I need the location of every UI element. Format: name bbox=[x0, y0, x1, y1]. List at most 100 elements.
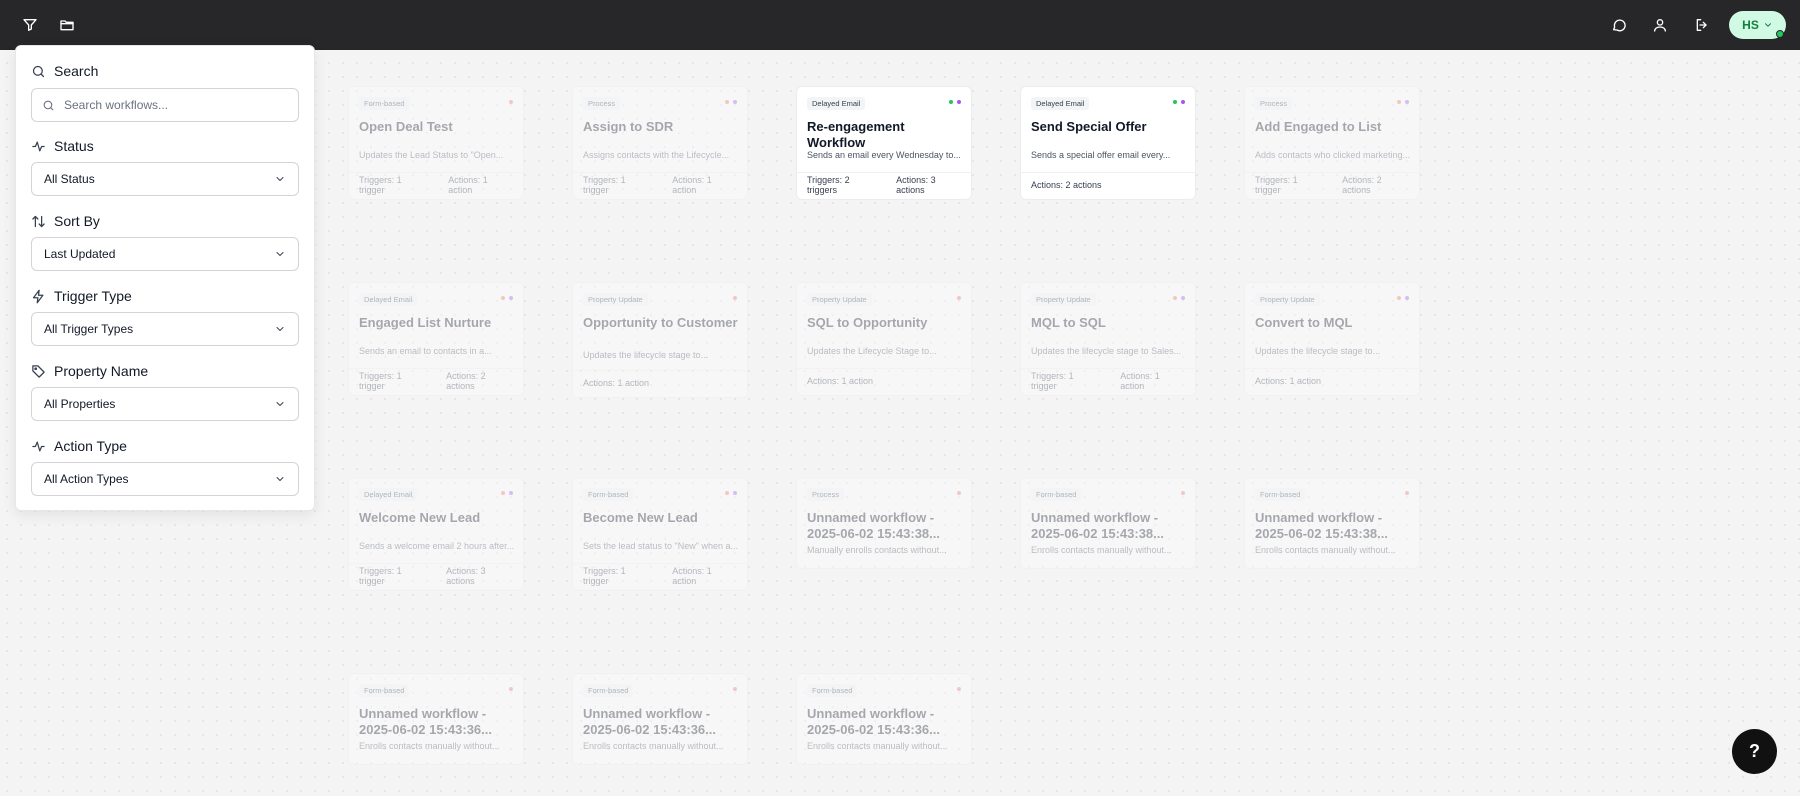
workflow-card[interactable]: Delayed Email Re-engagement Workflow Sends… bbox=[796, 86, 972, 200]
workflow-card[interactable]: Property Update SQL to Opportunity Updates… bbox=[796, 282, 972, 396]
workflow-type-badge: Form-based bbox=[359, 684, 410, 697]
workflow-card[interactable]: Property Update Opportunity to Customer Up… bbox=[572, 282, 748, 398]
workflow-type-badge: Property Update bbox=[1255, 293, 1320, 306]
action-count: Actions: 2 actions bbox=[1342, 174, 1382, 195]
user-avatar-button[interactable]: HS bbox=[1729, 11, 1786, 39]
workflow-type-badge: Property Update bbox=[1031, 293, 1096, 306]
search-field[interactable] bbox=[31, 88, 299, 122]
workflow-type-badge: Delayed Email bbox=[359, 488, 418, 501]
sort-by-select[interactable]: Last Updated bbox=[31, 237, 299, 271]
status-dots bbox=[733, 296, 737, 300]
workflow-card[interactable]: Property Update MQL to SQL Updates the lif… bbox=[1020, 282, 1196, 396]
status-dot bbox=[509, 687, 513, 691]
status-dots bbox=[1181, 491, 1185, 495]
action-count: Actions: 1 action bbox=[583, 377, 650, 388]
status-dot bbox=[1397, 100, 1401, 104]
status-dots bbox=[957, 687, 961, 691]
user-icon[interactable] bbox=[1649, 14, 1671, 36]
workflow-description: Enrolls contacts manually without... bbox=[1255, 545, 1396, 555]
workflow-card[interactable]: Delayed Email Send Special Offer Sends a s… bbox=[1020, 86, 1196, 200]
workflow-card[interactable]: Property Update Convert to MQL Updates the… bbox=[1244, 282, 1420, 396]
search-section-label: Search bbox=[31, 63, 98, 79]
workflow-card[interactable]: Form-based Unnamed workflow - 2025-06-02 … bbox=[796, 673, 972, 765]
workflow-type-badge: Process bbox=[583, 97, 621, 110]
workflow-description: Updates the lifecycle stage to Sales... bbox=[1031, 346, 1182, 356]
status-dot bbox=[1405, 491, 1409, 495]
status-dot bbox=[733, 491, 737, 495]
status-dots bbox=[725, 491, 737, 495]
workflow-type-badge: Process bbox=[1255, 97, 1293, 110]
status-dot bbox=[949, 100, 953, 104]
status-dot bbox=[501, 491, 505, 495]
workflow-description: Updates the lifecycle stage to... bbox=[583, 350, 709, 360]
status-dot bbox=[509, 491, 513, 495]
action-type-select[interactable]: All Action Types bbox=[31, 462, 299, 496]
tag-icon bbox=[32, 364, 45, 378]
workflow-title: MQL to SQL bbox=[1031, 315, 1106, 330]
action-count: Actions: 1 action bbox=[672, 174, 712, 195]
status-dot bbox=[501, 296, 505, 300]
workflow-card[interactable]: Process Assign to SDR Assigns contacts wit… bbox=[572, 86, 748, 200]
zap-icon bbox=[32, 289, 44, 303]
workflow-type-badge: Form-based bbox=[807, 684, 858, 697]
action-count: Actions: 3 actions bbox=[446, 565, 486, 586]
activity-icon bbox=[32, 141, 45, 151]
filter-icon[interactable] bbox=[19, 14, 41, 36]
workflow-type-badge: Delayed Email bbox=[359, 293, 418, 306]
activity-icon bbox=[32, 441, 45, 451]
online-status-dot bbox=[1776, 30, 1784, 38]
workflow-description: Updates the lifecycle stage to... bbox=[1255, 346, 1381, 356]
trigger-count: Triggers: 1 trigger bbox=[1255, 174, 1298, 195]
workflow-card[interactable]: Form-based Open Deal Test Updates the Lead… bbox=[348, 86, 524, 200]
chevron-down-icon bbox=[276, 177, 284, 181]
status-dot bbox=[957, 100, 961, 104]
workflow-title: Send Special Offer bbox=[1031, 119, 1147, 134]
workflow-description: Sends an email to contacts in a... bbox=[359, 346, 492, 356]
workflow-card[interactable]: Process Unnamed workflow - 2025-06-02 15:… bbox=[796, 477, 972, 569]
status-dot bbox=[1397, 296, 1401, 300]
status-dots bbox=[509, 100, 513, 104]
workflow-description: Enrolls contacts manually without... bbox=[583, 741, 724, 751]
action-count: Actions: 1 action bbox=[448, 174, 488, 195]
workflow-stats: Actions: 1 action bbox=[797, 368, 971, 392]
workflow-card[interactable]: Form-based Unnamed workflow - 2025-06-02 … bbox=[1020, 477, 1196, 569]
trigger-count: Triggers: 1 trigger bbox=[359, 174, 402, 195]
trigger-count: Triggers: 2 triggers bbox=[807, 174, 850, 195]
status-dot bbox=[1173, 100, 1177, 104]
folder-icon[interactable] bbox=[56, 14, 78, 36]
workflow-card[interactable]: Form-based Become New Lead Sets the lead s… bbox=[572, 477, 748, 591]
workflow-description: Assigns contacts with the Lifecycle... bbox=[583, 150, 730, 160]
trigger-type-select[interactable]: All Trigger Types bbox=[31, 312, 299, 346]
workflow-stats: Triggers: 1 trigger Actions: 1 action bbox=[349, 172, 523, 196]
trigger-count: Triggers: 1 trigger bbox=[583, 174, 626, 195]
workflow-stats: Triggers: 1 trigger Actions: 1 action bbox=[1021, 368, 1195, 392]
workflow-description: Sets the lead status to "New" when a... bbox=[583, 541, 738, 551]
workflow-title: Become New Lead bbox=[583, 510, 698, 525]
logout-icon[interactable] bbox=[1691, 14, 1713, 36]
search-icon bbox=[32, 65, 45, 77]
workflow-card[interactable]: Delayed Email Welcome New Lead Sends a wel… bbox=[348, 477, 524, 591]
trigger-count: Triggers: 1 trigger bbox=[583, 565, 626, 586]
property-name-select[interactable]: All Properties bbox=[31, 387, 299, 421]
workflow-card[interactable]: Process Add Engaged to List Adds contacts … bbox=[1244, 86, 1420, 200]
workflow-card[interactable]: Form-based Unnamed workflow - 2025-06-02 … bbox=[572, 673, 748, 765]
workflow-card[interactable]: Form-based Unnamed workflow - 2025-06-02 … bbox=[1244, 477, 1420, 569]
status-dot bbox=[1405, 296, 1409, 300]
chevron-down-icon bbox=[276, 402, 284, 406]
workflow-description: Manually enrolls contacts without... bbox=[807, 545, 947, 555]
status-dot bbox=[957, 296, 961, 300]
status-dots bbox=[1173, 100, 1185, 104]
status-dots bbox=[1397, 296, 1409, 300]
workflow-stats: Triggers: 1 trigger Actions: 2 actions bbox=[349, 368, 523, 392]
sort-icon bbox=[32, 215, 45, 227]
help-button[interactable]: ? bbox=[1732, 729, 1777, 774]
workflow-card[interactable]: Delayed Email Engaged List Nurture Sends a… bbox=[348, 282, 524, 396]
search-input[interactable] bbox=[64, 98, 284, 112]
chat-icon[interactable] bbox=[1608, 14, 1630, 36]
workflow-card[interactable]: Form-based Unnamed workflow - 2025-06-02 … bbox=[348, 673, 524, 765]
workflow-stats: Triggers: 2 triggers Actions: 3 actions bbox=[797, 172, 971, 196]
status-select[interactable]: All Status bbox=[31, 162, 299, 196]
status-dot bbox=[509, 100, 513, 104]
status-dot bbox=[957, 491, 961, 495]
workflow-type-badge: Property Update bbox=[583, 293, 648, 306]
